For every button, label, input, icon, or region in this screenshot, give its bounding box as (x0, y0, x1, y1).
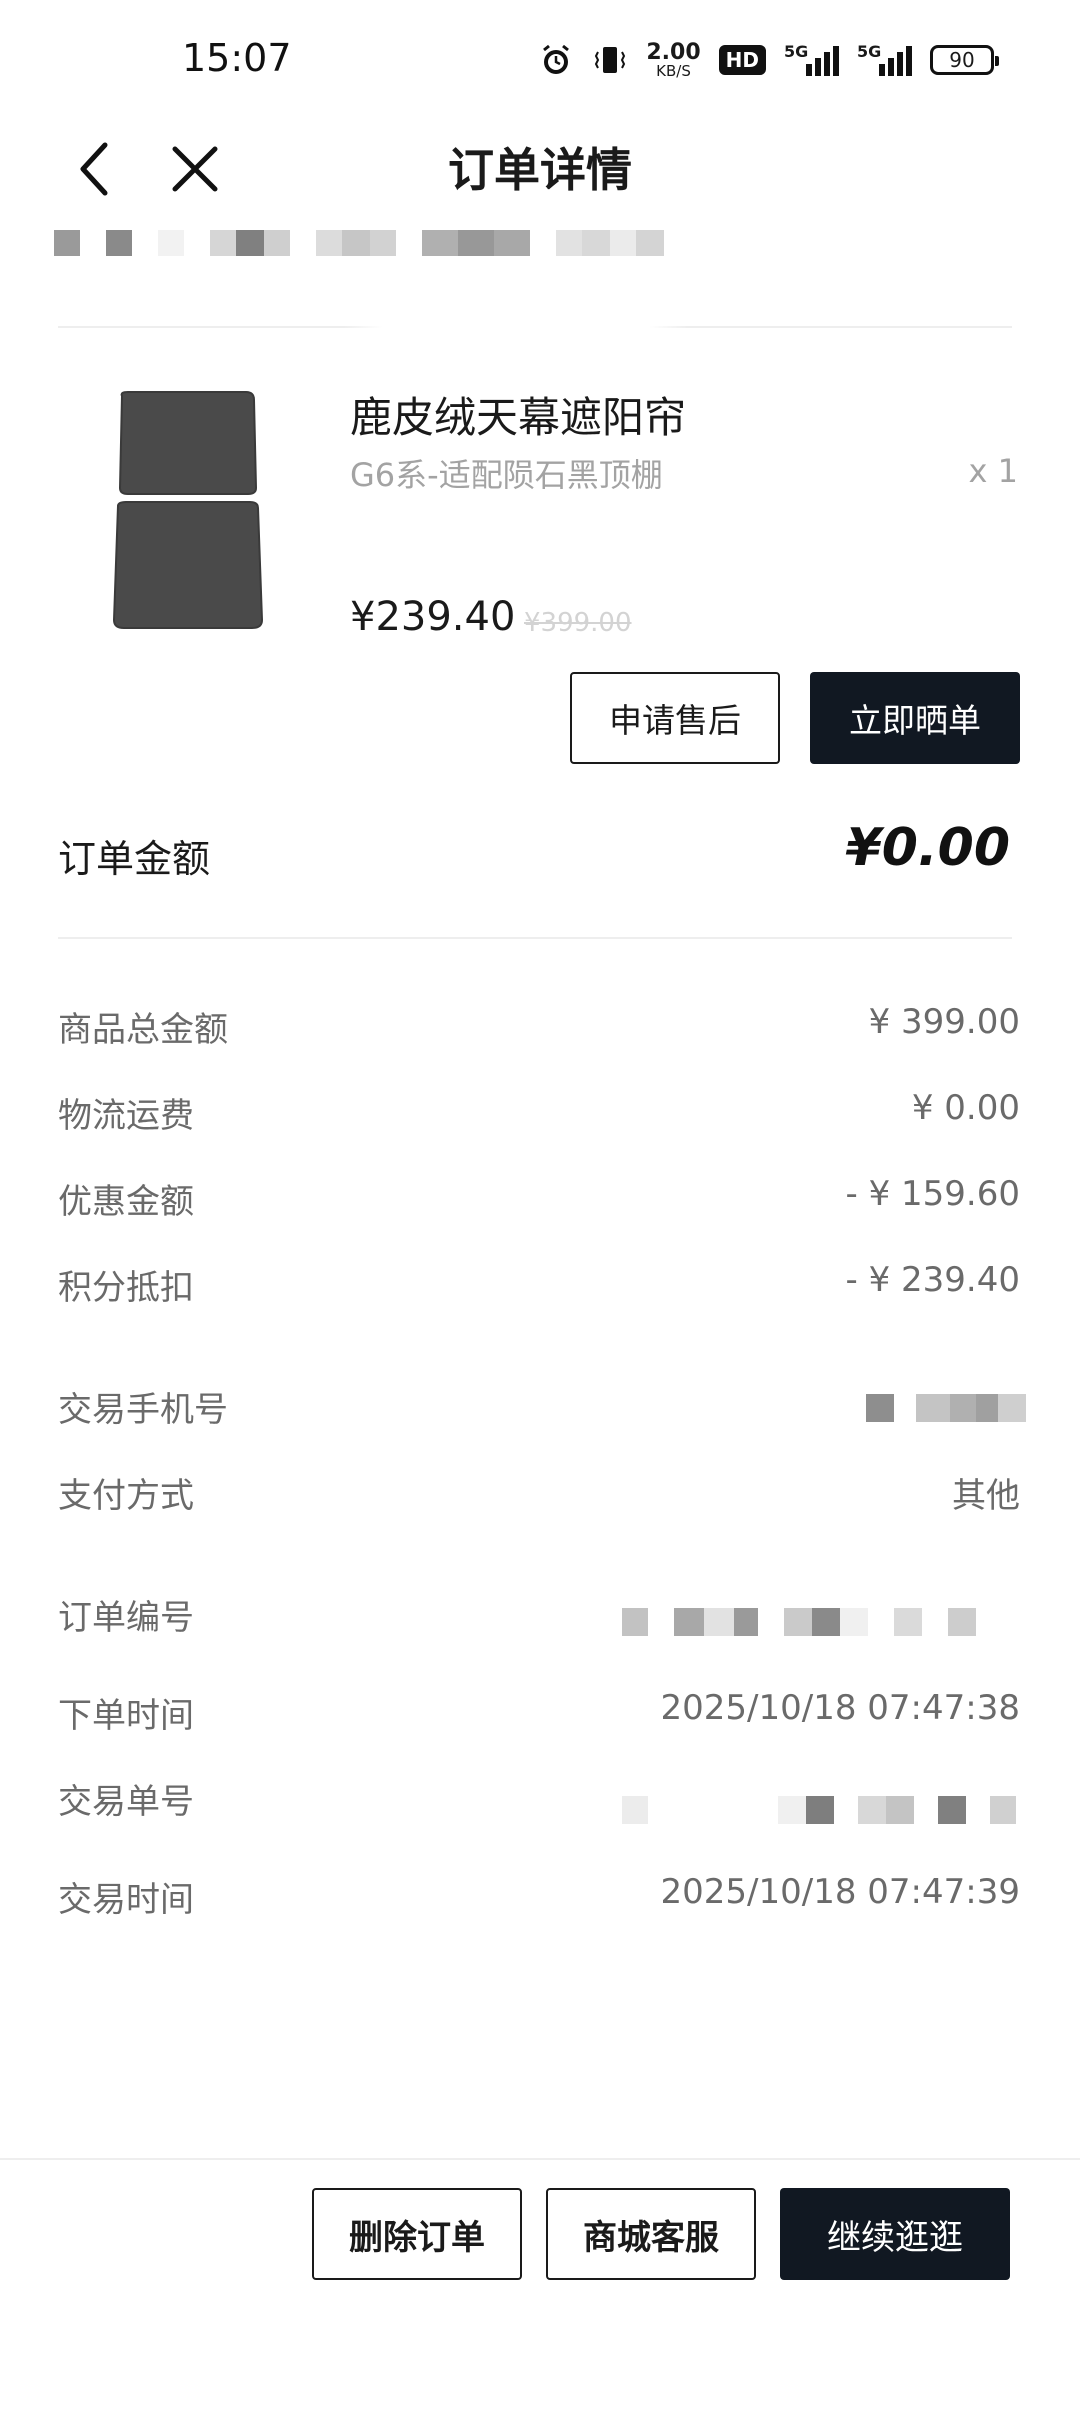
divider (58, 937, 1012, 939)
discount-value: - ¥ 159.60 (845, 1174, 1020, 1214)
product-price: ¥239.40 (350, 594, 516, 640)
goods-total-label: 商品总金额 (58, 1010, 228, 1050)
product-original-price: ¥399.00 (524, 608, 632, 638)
after-sales-button[interactable]: 申请售后 (570, 672, 780, 764)
status-time: 15:07 (182, 36, 292, 80)
payment-method-value: 其他 (952, 1476, 1020, 1516)
order-number-label: 订单编号 (58, 1598, 194, 1638)
trade-phone-label: 交易手机号 (58, 1390, 228, 1430)
battery-level: 90 (949, 48, 975, 72)
signal-icon: 5G (857, 42, 912, 76)
product-image[interactable] (98, 388, 278, 638)
status-icons: 2.00 KB/S HD 5G 5G 90 (538, 36, 999, 84)
bottom-bar-divider (0, 2158, 1080, 2160)
order-number-redacted (622, 1608, 1026, 1636)
trade-phone-redacted (866, 1394, 1026, 1422)
close-icon[interactable] (160, 134, 230, 204)
points-deduction-label: 积分抵扣 (58, 1268, 194, 1308)
review-button[interactable]: 立即晒单 (810, 672, 1020, 764)
hd-icon: HD (718, 45, 766, 75)
order-amount-label: 订单金额 (58, 837, 211, 881)
alarm-icon (538, 42, 574, 78)
chevron-left-icon[interactable] (60, 134, 130, 204)
network-speed: 2.00 KB/S (646, 39, 701, 80)
trade-time-label: 交易时间 (58, 1880, 194, 1920)
goods-total-value: ¥ 399.00 (868, 1002, 1020, 1042)
divider (58, 326, 1012, 328)
status-bar: 15:07 2.00 KB/S HD 5G 5G 90 (0, 0, 1080, 120)
shipping-fee-value: ¥ 0.00 (911, 1088, 1020, 1128)
network-speed-value: 2.00 (646, 39, 701, 65)
order-amount-value: ¥0.00 (845, 818, 1010, 878)
order-time-value: 2025/10/18 07:47:38 (660, 1688, 1020, 1728)
network-speed-unit: KB/S (656, 61, 691, 80)
battery-icon: 90 (930, 45, 999, 75)
product-spec: G6系-适配陨石黑顶棚 (350, 456, 663, 494)
signal-icon: 5G (784, 42, 839, 76)
continue-shopping-button[interactable]: 继续逛逛 (780, 2188, 1010, 2280)
discount-label: 优惠金额 (58, 1182, 194, 1222)
nav-bar: 订单详情 (0, 120, 1080, 220)
trade-time-value: 2025/10/18 07:47:39 (660, 1872, 1020, 1912)
points-deduction-value: - ¥ 239.40 (845, 1260, 1020, 1300)
product-title[interactable]: 鹿皮绒天幕遮阳帘 (350, 384, 686, 445)
vibrate-icon (592, 42, 628, 78)
payment-method-label: 支付方式 (58, 1476, 194, 1516)
order-time-label: 下单时间 (58, 1696, 194, 1736)
delete-order-button[interactable]: 删除订单 (312, 2188, 522, 2280)
shipping-fee-label: 物流运费 (58, 1096, 194, 1136)
signal-label: 5G (784, 42, 809, 61)
trade-number-label: 交易单号 (58, 1782, 194, 1822)
address-redacted (54, 230, 664, 260)
customer-service-button[interactable]: 商城客服 (546, 2188, 756, 2280)
signal-label: 5G (857, 42, 882, 61)
trade-number-redacted (622, 1796, 1026, 1824)
product-quantity: x 1 (968, 452, 1018, 490)
